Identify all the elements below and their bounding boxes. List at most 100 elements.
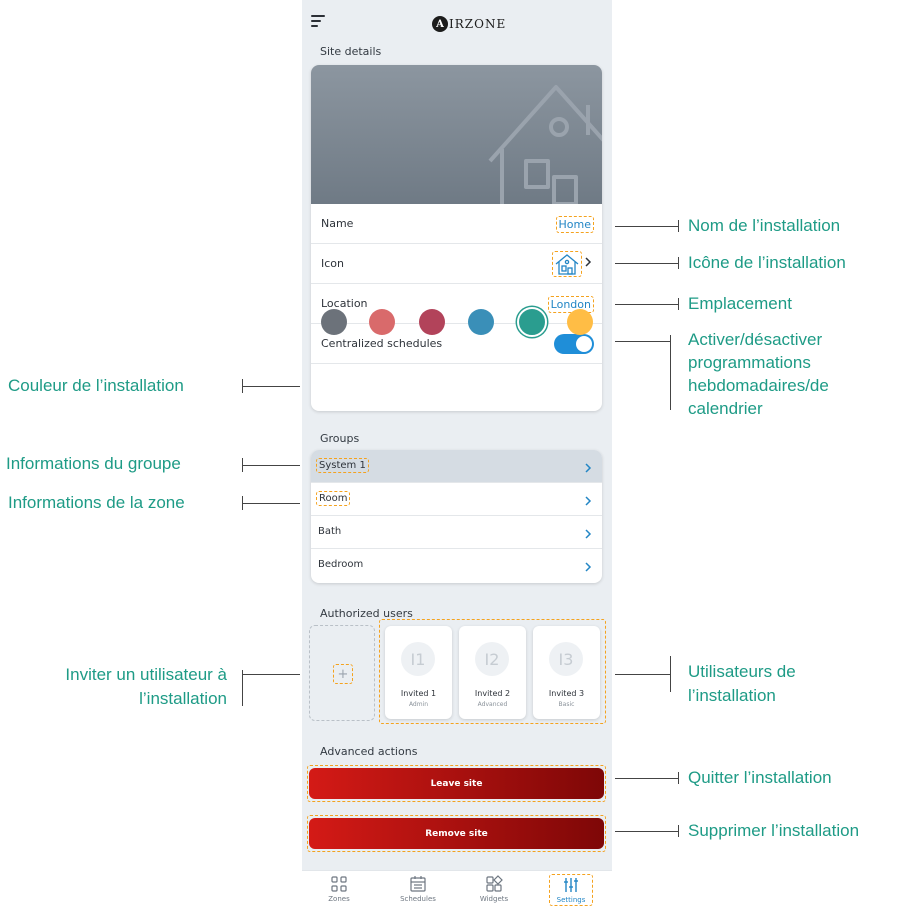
annotation-users-1: Utilisateurs de <box>688 662 796 681</box>
zone-row-room[interactable]: Room <box>311 483 602 516</box>
callout-tick <box>678 825 679 837</box>
annotation-group: Informations du groupe <box>6 454 181 473</box>
annotation-zone: Informations de la zone <box>8 493 185 512</box>
annotation-name: Nom de l’installation <box>688 216 841 235</box>
user-avatar: I1 <box>401 642 435 676</box>
nav-widgets-label: Widgets <box>479 895 509 903</box>
group-label: System 1 <box>316 458 369 473</box>
callout-tick <box>678 298 679 310</box>
user-card-1[interactable]: I1 Invited 1 Admin <box>385 626 452 719</box>
user-card-3[interactable]: I3 Invited 3 Basic <box>533 626 600 719</box>
site-house-icon[interactable] <box>552 251 582 277</box>
callout-line-icon <box>615 263 678 264</box>
top-bar: A IRZONE <box>302 0 612 40</box>
callout-bracket <box>242 670 243 706</box>
user-name: Invited 2 <box>474 689 511 698</box>
user-role: Advanced <box>477 701 508 708</box>
callout-line-location <box>615 304 678 305</box>
annotation-invite-2: l’installation <box>139 689 227 708</box>
group-row-system[interactable]: System 1 <box>311 450 602 483</box>
callout-line-zone <box>242 503 300 504</box>
site-hero-image <box>311 65 602 204</box>
nav-widgets[interactable]: Widgets <box>464 875 524 903</box>
phone-screen: A IRZONE Site details Name Home Icon Loc… <box>302 0 612 913</box>
nav-zones-label: Zones <box>328 895 350 903</box>
nav-settings[interactable]: Settings <box>549 874 593 906</box>
callout-line-group <box>242 465 300 466</box>
annotation-schedules-2: programmations <box>688 353 811 372</box>
color-swatch-4[interactable] <box>468 309 494 335</box>
calendar-icon <box>410 876 426 892</box>
callout-line-color <box>242 386 300 387</box>
user-role: Admin <box>408 701 429 708</box>
airzone-logo: A IRZONE <box>432 14 506 34</box>
remove-site-button[interactable]: Remove site <box>309 818 604 849</box>
callout-line-name <box>615 226 678 227</box>
house-illustration-icon <box>488 85 602 204</box>
user-name: Invited 1 <box>400 689 437 698</box>
color-swatch-6[interactable] <box>567 309 593 335</box>
zone-label: Bedroom <box>318 559 364 570</box>
annotation-color: Couleur de l’installation <box>8 376 184 395</box>
color-swatch-selected[interactable] <box>517 307 547 337</box>
leave-site-button[interactable]: Leave site <box>309 768 604 799</box>
widgets-icon <box>486 875 503 892</box>
color-swatch-3[interactable] <box>419 309 445 335</box>
name-value[interactable]: Home <box>555 216 594 233</box>
annotation-location: Emplacement <box>688 294 792 313</box>
annotation-users-2: l’installation <box>688 686 776 705</box>
nav-schedules[interactable]: Schedules <box>388 875 448 903</box>
chevron-right-icon <box>585 562 592 572</box>
zone-row-bath[interactable]: Bath <box>311 516 602 549</box>
callout-line-users <box>615 674 670 675</box>
location-label: Location <box>321 297 368 310</box>
name-label: Name <box>321 217 354 230</box>
callout-bracket <box>670 335 671 410</box>
color-swatch-2[interactable] <box>369 309 395 335</box>
schedules-label: Centralized schedules <box>321 337 443 350</box>
name-row[interactable]: Name Home <box>311 204 602 244</box>
groups-title: Groups <box>320 432 360 445</box>
chevron-right-icon <box>585 529 592 539</box>
chevron-right-icon <box>585 496 592 506</box>
icon-label: Icon <box>321 257 344 270</box>
zone-label: Room <box>316 491 351 506</box>
advanced-title: Advanced actions <box>320 745 418 758</box>
nav-zones[interactable]: Zones <box>309 875 369 903</box>
user-avatar: I3 <box>549 642 583 676</box>
zones-grid-icon <box>331 876 347 892</box>
annotation-schedules-4: calendrier <box>688 399 763 418</box>
nav-schedules-label: Schedules <box>400 895 436 903</box>
nav-settings-label: Settings <box>556 896 586 904</box>
user-name: Invited 3 <box>548 689 585 698</box>
callout-line-invite <box>242 674 300 675</box>
annotation-leave: Quitter l’installation <box>688 768 832 787</box>
add-icon: + <box>333 664 353 684</box>
zone-label: Bath <box>318 526 342 537</box>
callout-line-leave <box>615 778 678 779</box>
logo-text: IRZONE <box>449 17 507 31</box>
callout-tick <box>678 220 679 232</box>
bottom-nav: Zones Schedules Widgets Settings <box>302 870 612 913</box>
color-swatch-1[interactable] <box>321 309 347 335</box>
callout-bracket <box>670 656 671 692</box>
menu-icon[interactable] <box>311 15 325 27</box>
callout-line-schedules <box>615 341 670 342</box>
icon-chevron-icon <box>585 257 592 267</box>
schedules-toggle[interactable] <box>554 334 594 354</box>
user-card-2[interactable]: I2 Invited 2 Advanced <box>459 626 526 719</box>
callout-tick <box>678 257 679 269</box>
site-card: Name Home Icon Location London Centraliz… <box>311 65 602 411</box>
callout-line-remove <box>615 831 678 832</box>
logo-mark: A <box>432 16 448 32</box>
annotation-remove: Supprimer l’installation <box>688 821 860 840</box>
user-role: Basic <box>558 701 575 708</box>
site-details-title: Site details <box>320 45 382 58</box>
invite-user-button[interactable]: + <box>309 625 375 721</box>
zone-row-bedroom[interactable]: Bedroom <box>311 549 602 582</box>
annotation-schedules-3: hebdomadaires/de <box>688 376 829 395</box>
chevron-right-icon <box>585 463 592 473</box>
annotation-invite-1: Inviter un utilisateur à <box>65 665 227 684</box>
location-row[interactable]: Location London <box>311 284 602 324</box>
icon-row[interactable]: Icon <box>311 244 602 284</box>
